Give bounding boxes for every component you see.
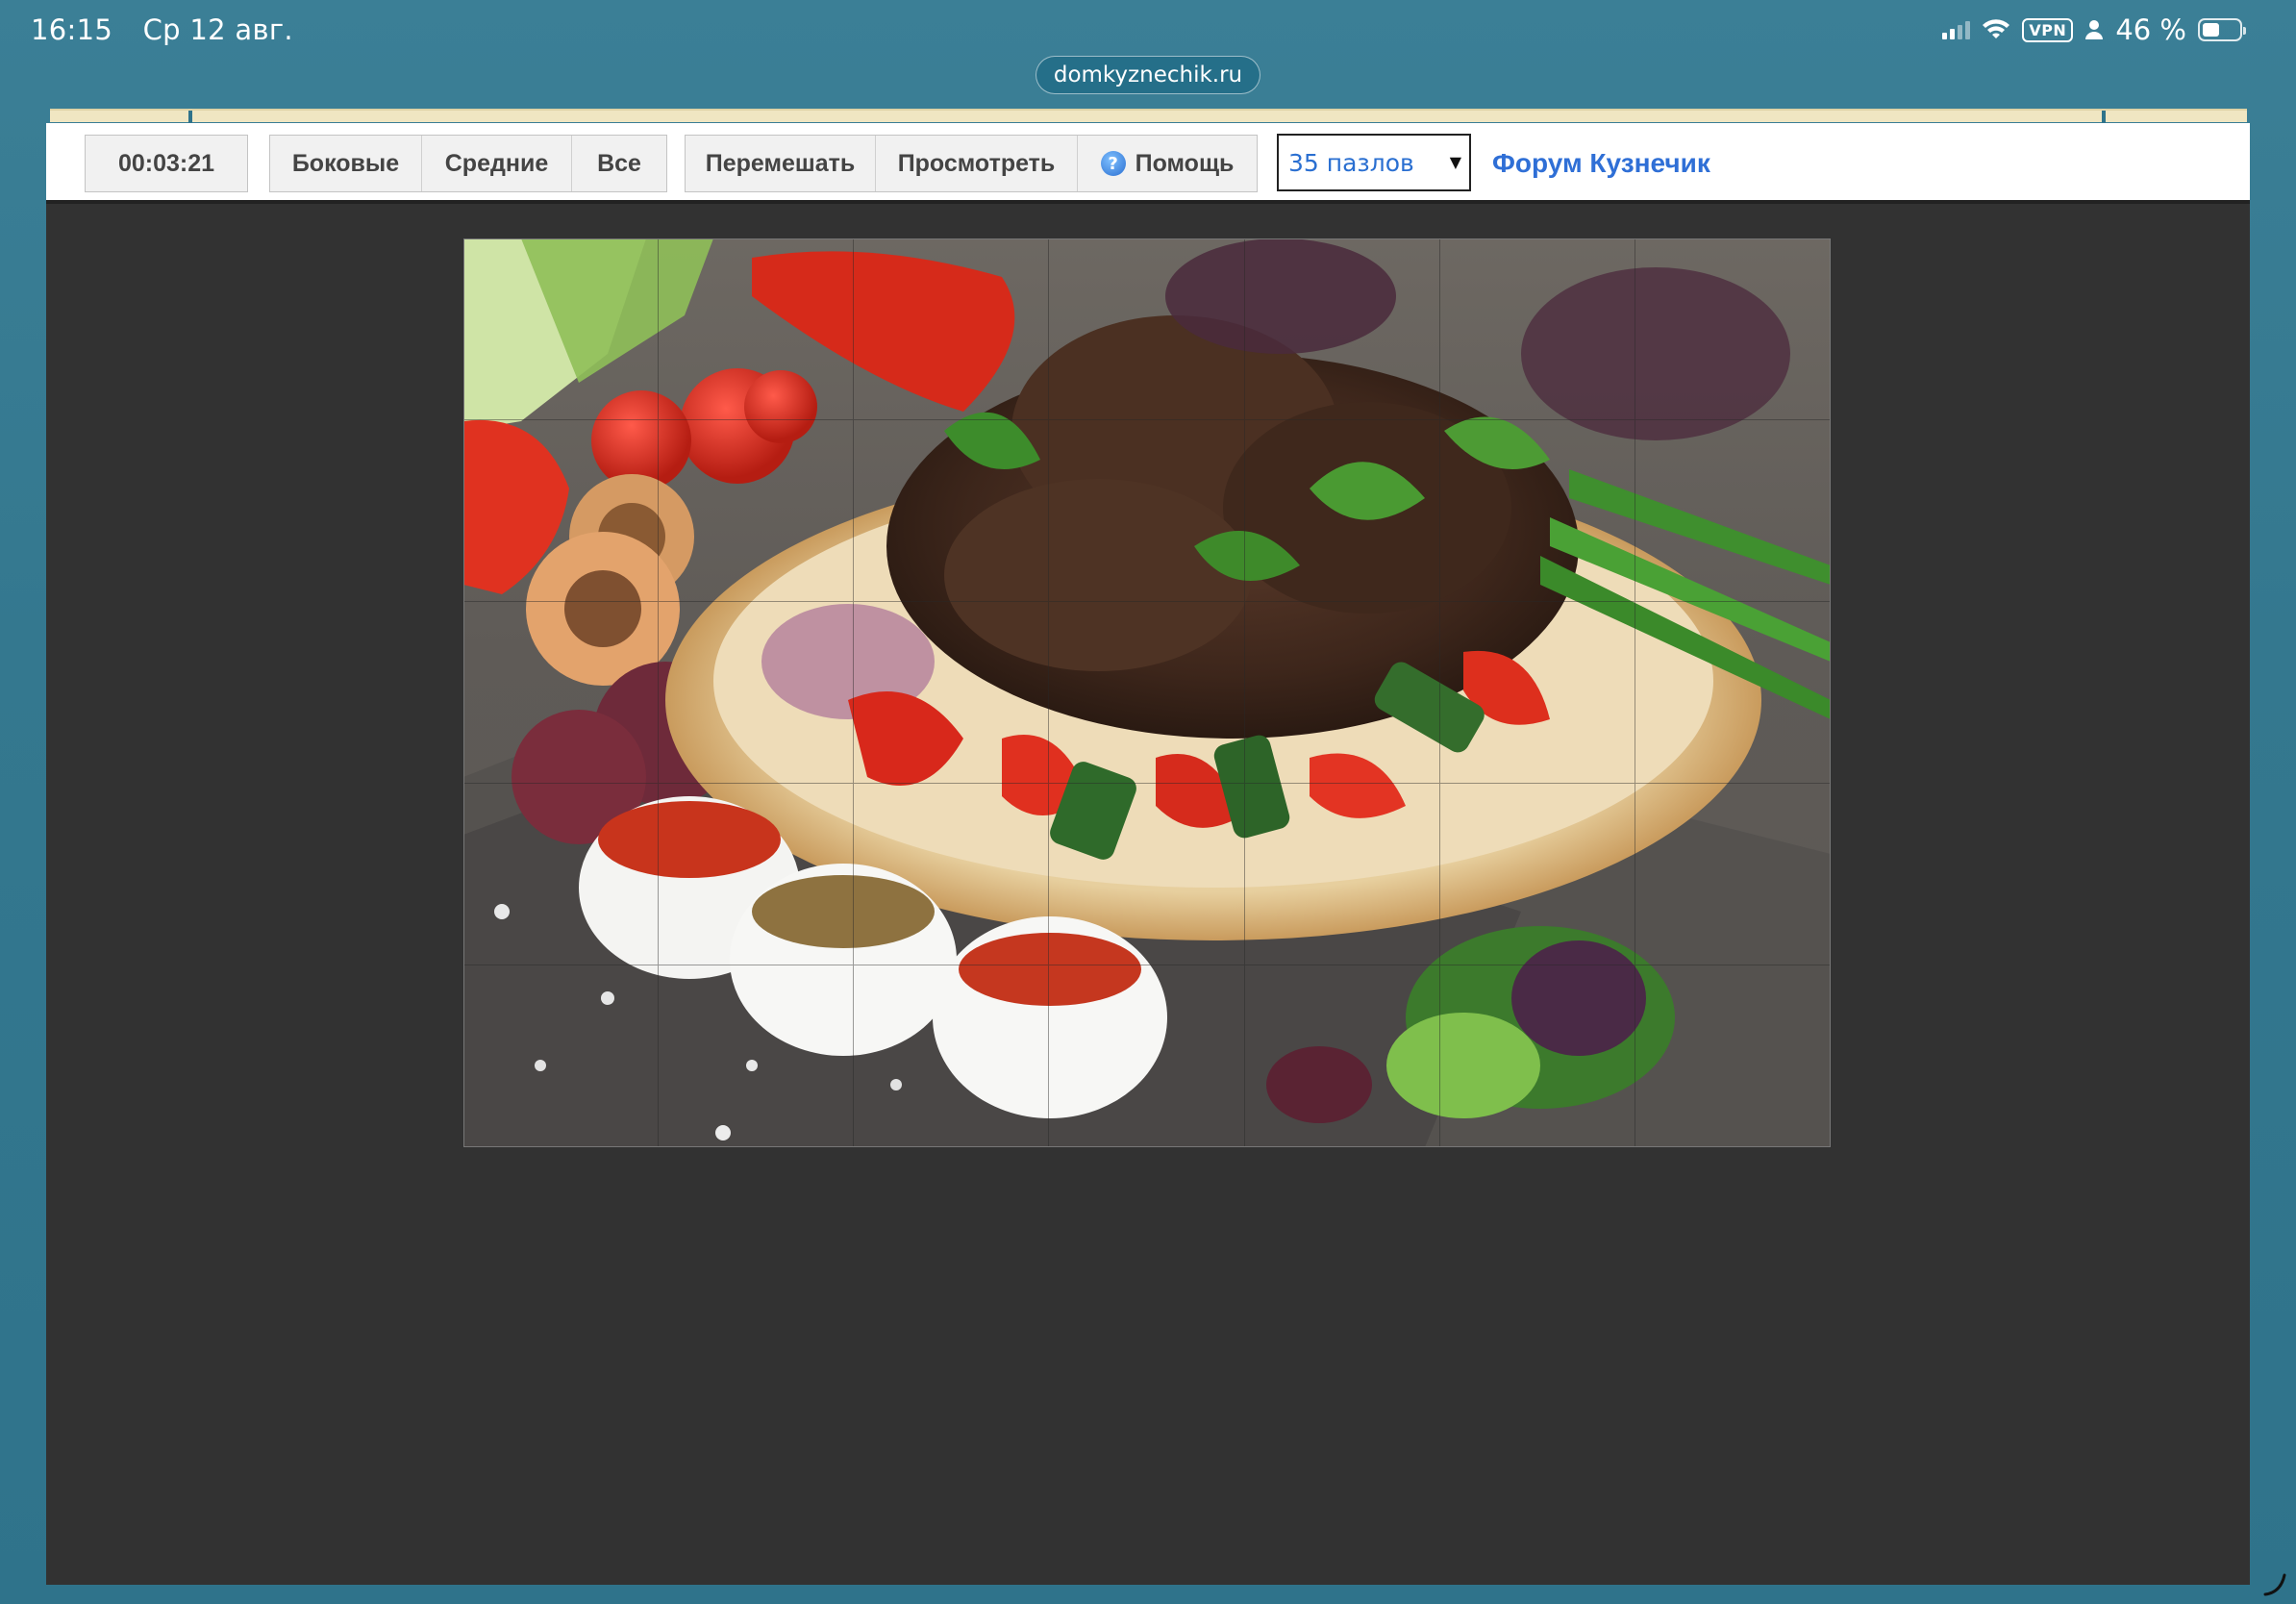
puzzle-piece[interactable] (1439, 602, 1635, 784)
puzzle-piece[interactable] (1244, 602, 1440, 784)
edge-pieces-button[interactable]: Боковые (270, 136, 422, 191)
status-date: Ср 12 авг. (142, 13, 293, 46)
puzzle-piece[interactable] (1049, 420, 1245, 602)
puzzle-piece[interactable] (659, 238, 855, 420)
piece-count-select[interactable]: 35 пазлов ▼ (1277, 134, 1471, 191)
toolbar: 00:03:21 Боковые Средние Все Перемешать … (46, 123, 2250, 204)
action-group: Перемешать Просмотреть ? Помощь (685, 135, 1258, 192)
person-icon (2085, 20, 2104, 39)
puzzle-piece[interactable] (1635, 965, 1831, 1147)
puzzle-piece[interactable] (1244, 238, 1440, 420)
puzzle-piece[interactable] (659, 602, 855, 784)
shuffle-button[interactable]: Перемешать (686, 136, 876, 191)
help-icon: ? (1100, 151, 1126, 176)
piece-filter-group: Боковые Средние Все (269, 135, 667, 192)
puzzle-piece[interactable] (1440, 965, 1635, 1147)
puzzle-piece[interactable] (1049, 602, 1245, 784)
resize-handle-icon[interactable] (2261, 1571, 2286, 1596)
status-time: 16:15 (31, 13, 113, 46)
puzzle-piece[interactable] (854, 420, 1050, 602)
puzzle-piece[interactable] (1049, 238, 1245, 420)
puzzle-piece[interactable] (1049, 965, 1245, 1147)
puzzle-piece[interactable] (854, 965, 1050, 1147)
puzzle-piece[interactable] (463, 965, 660, 1147)
puzzle-piece[interactable] (1439, 238, 1635, 420)
puzzle-piece[interactable] (854, 238, 1050, 420)
puzzle-piece[interactable] (1439, 784, 1635, 965)
puzzle-piece[interactable] (854, 602, 1050, 784)
puzzle-piece[interactable] (854, 784, 1050, 965)
vpn-badge: VPN (2022, 17, 2074, 42)
wifi-icon (1983, 19, 2010, 38)
battery-icon (2198, 18, 2246, 41)
battery-fill (2203, 23, 2219, 37)
help-button-label: Помощь (1135, 149, 1235, 177)
address-bar[interactable]: domkyznechik.ru (1036, 56, 1260, 94)
puzzle-piece[interactable] (659, 965, 855, 1147)
puzzle-piece[interactable] (463, 420, 660, 602)
puzzle-piece[interactable] (1245, 965, 1440, 1147)
puzzle-piece[interactable] (659, 784, 855, 965)
puzzle-piece[interactable] (1244, 784, 1440, 965)
all-pieces-button[interactable]: Все (572, 136, 666, 191)
timer-display: 00:03:21 (85, 135, 248, 192)
status-bar-right: VPN 46 % (1942, 13, 2246, 46)
puzzle-grid (463, 238, 1831, 1147)
battery-percent: 46 % (2115, 13, 2186, 46)
puzzle-piece[interactable] (463, 602, 660, 784)
puzzle-piece[interactable] (1635, 238, 1831, 420)
cellular-signal-icon (1942, 20, 1971, 39)
puzzle-board[interactable] (463, 238, 1831, 1147)
preview-button[interactable]: Просмотреть (876, 136, 1078, 191)
dropdown-arrow-icon: ▼ (1449, 153, 1461, 171)
forum-link[interactable]: Форум Кузнечик (1492, 148, 1710, 179)
puzzle-page: 00:03:21 Боковые Средние Все Перемешать … (46, 123, 2250, 1585)
puzzle-piece[interactable] (1635, 784, 1831, 965)
puzzle-piece[interactable] (1635, 420, 1831, 602)
middle-pieces-button[interactable]: Средние (422, 136, 572, 191)
header-strip (50, 109, 2247, 124)
puzzle-piece[interactable] (1635, 602, 1831, 784)
help-button[interactable]: ? Помощь (1078, 136, 1257, 191)
status-bar-left: 16:15 Ср 12 авг. (31, 13, 314, 46)
piece-count-value: 35 пазлов (1288, 148, 1414, 177)
puzzle-piece[interactable] (463, 784, 660, 965)
puzzle-piece[interactable] (1244, 420, 1440, 602)
puzzle-piece[interactable] (1049, 784, 1245, 965)
puzzle-piece[interactable] (659, 420, 855, 602)
puzzle-piece[interactable] (463, 238, 660, 420)
puzzle-piece[interactable] (1439, 420, 1635, 602)
